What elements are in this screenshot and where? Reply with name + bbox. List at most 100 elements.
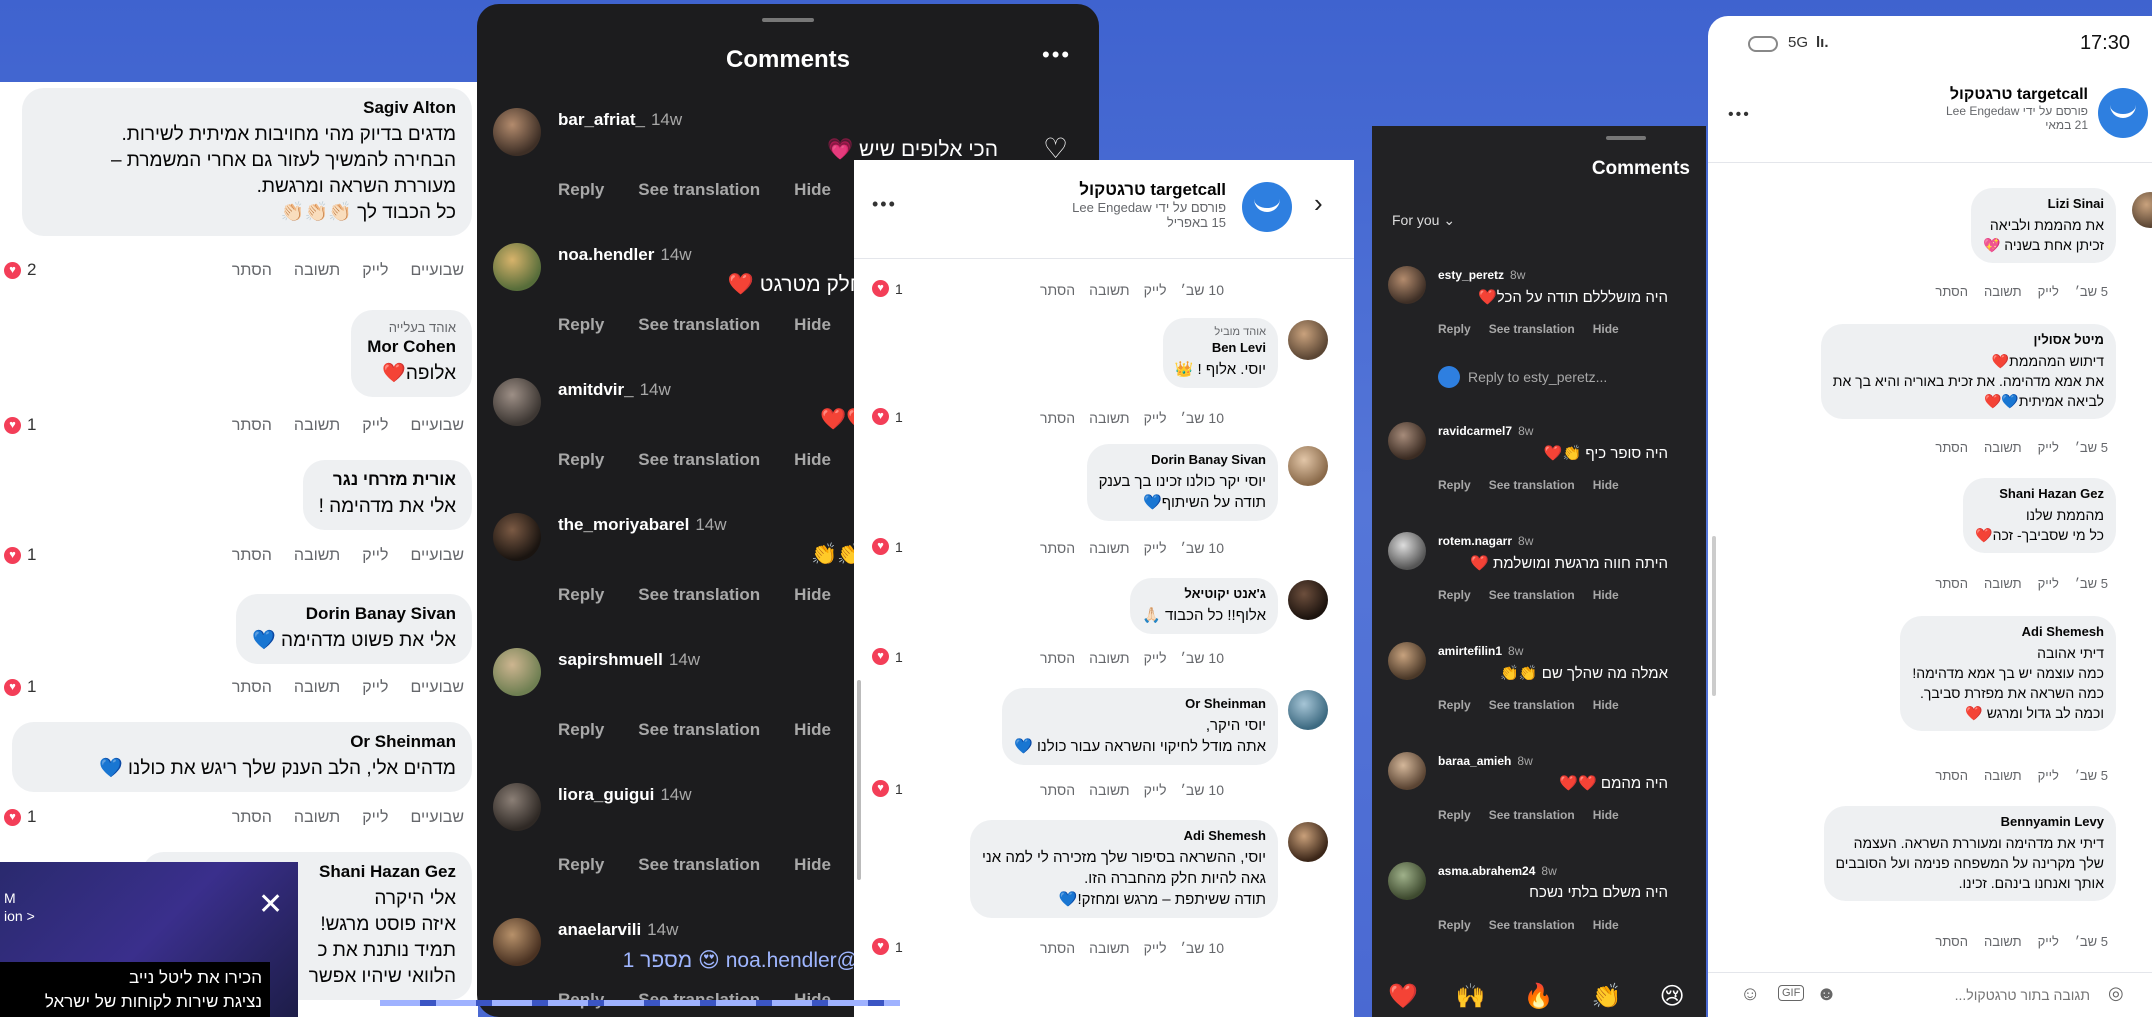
hide-button[interactable]: Hide [794, 315, 831, 335]
see-translation-button[interactable]: See translation [1489, 478, 1575, 492]
reply-button[interactable]: Reply [1438, 698, 1471, 712]
like-button[interactable]: לייק [362, 262, 388, 280]
comment-author[interactable]: Adi Shemesh [982, 828, 1266, 843]
reaction-count[interactable]: ♥ 1 [4, 807, 36, 827]
hide-button[interactable]: Hide [1593, 322, 1619, 336]
like-button[interactable]: לייק [362, 417, 388, 435]
reaction-count[interactable]: ♥ 1 [872, 780, 903, 797]
reply-button[interactable]: תשובה [1089, 940, 1130, 956]
reaction-count[interactable]: ♥ 1 [872, 408, 903, 425]
hide-button[interactable]: Hide [794, 585, 831, 605]
camera-icon[interactable]: ◎ [2108, 983, 2124, 1004]
hide-button[interactable]: הסתר [232, 262, 272, 280]
comment-username[interactable]: rotem.nagarr 8w [1438, 534, 1533, 548]
emoji-clap[interactable]: 👏 [1592, 982, 1622, 1011]
avatar[interactable] [1388, 642, 1426, 680]
hide-button[interactable]: הסתר [1040, 782, 1075, 798]
avatar[interactable] [1288, 690, 1328, 730]
hide-button[interactable]: הסתר [232, 547, 272, 565]
avatar[interactable] [493, 648, 541, 696]
avatar[interactable] [1288, 446, 1328, 486]
like-button[interactable]: לייק [362, 547, 388, 565]
hide-button[interactable]: הסתר [1040, 940, 1075, 956]
comment-author[interactable]: Shani Hazan Gez [1975, 486, 2104, 501]
avatar[interactable] [1388, 266, 1426, 304]
gif-icon[interactable]: GIF [1778, 985, 1805, 1001]
like-button[interactable]: לייק [1144, 282, 1167, 298]
reply-button[interactable]: תשובה [1089, 540, 1130, 556]
reaction-count[interactable]: ♥ 1 [872, 538, 903, 555]
overlay-sub-label[interactable]: ion > [4, 908, 35, 924]
like-button[interactable]: לייק [2038, 284, 2059, 299]
hide-button[interactable]: Hide [794, 720, 831, 740]
see-translation-button[interactable]: See translation [1489, 698, 1575, 712]
avatar[interactable] [2132, 192, 2152, 228]
comment-author[interactable]: Adi Shemesh [1912, 624, 2104, 639]
drag-handle[interactable] [1606, 136, 1646, 140]
comment-username[interactable]: the_moriyabarel 14w [558, 515, 727, 535]
reply-button[interactable]: תשובה [1984, 440, 2022, 455]
comment-input[interactable] [1850, 981, 2090, 1009]
avatar[interactable] [1288, 580, 1328, 620]
avatar[interactable] [1288, 320, 1328, 360]
hide-button[interactable]: הסתר [232, 679, 272, 697]
reaction-count[interactable]: ♥ 1 [4, 677, 36, 697]
see-translation-button[interactable]: See translation [638, 180, 760, 200]
hide-button[interactable]: הסתר [232, 809, 272, 827]
comment-author[interactable]: Dorin Banay Sivan [252, 604, 456, 624]
avatar[interactable] [493, 378, 541, 426]
reply-button[interactable]: תשובה [1984, 576, 2022, 591]
comment-username[interactable]: liora_guigui 14w [558, 785, 692, 805]
avatar[interactable] [493, 783, 541, 831]
comment-username[interactable]: noa.hendler 14w [558, 245, 692, 265]
hide-button[interactable]: הסתר [1040, 650, 1075, 666]
hide-button[interactable]: Hide [1593, 478, 1619, 492]
reply-button[interactable]: תשובה [294, 809, 340, 827]
like-button[interactable]: לייק [1144, 540, 1167, 556]
reply-button[interactable]: תשובה [294, 547, 340, 565]
reaction-count[interactable]: ♥ 1 [872, 280, 903, 297]
reply-button[interactable]: Reply [1438, 918, 1471, 932]
see-translation-button[interactable]: See translation [1489, 808, 1575, 822]
comment-author[interactable]: Or Sheinman [1014, 696, 1266, 711]
hide-button[interactable]: Hide [794, 450, 831, 470]
page-name[interactable]: targetcall טרגטקול [1946, 86, 2088, 104]
reply-button[interactable]: Reply [1438, 808, 1471, 822]
see-translation-button[interactable]: See translation [638, 585, 760, 605]
comment-author[interactable]: Or Sheinman [28, 732, 456, 752]
drag-handle[interactable] [762, 18, 814, 22]
reply-button[interactable]: תשובה [1089, 410, 1130, 426]
like-button[interactable]: לייק [2038, 934, 2059, 949]
like-button[interactable]: לייק [2038, 576, 2059, 591]
hide-button[interactable]: הסתר [1040, 540, 1075, 556]
avatar[interactable] [493, 513, 541, 561]
like-button[interactable]: לייק [362, 679, 388, 697]
hide-button[interactable]: הסתר [1935, 934, 1968, 949]
hide-button[interactable]: הסתר [1935, 284, 1968, 299]
avatar[interactable] [493, 918, 541, 966]
like-button[interactable]: לייק [2038, 768, 2059, 783]
see-translation-button[interactable]: See translation [638, 855, 760, 875]
avatar[interactable] [493, 108, 541, 156]
scrollbar[interactable] [1712, 536, 1716, 696]
hide-button[interactable]: Hide [1593, 918, 1619, 932]
filter-dropdown[interactable]: For you ⌄ [1392, 212, 1455, 229]
reply-button[interactable]: Reply [558, 585, 604, 605]
comment-username[interactable]: asma.abrahem24 8w [1438, 864, 1557, 878]
reply-button[interactable]: תשובה [1984, 934, 2022, 949]
avatar[interactable] [1388, 532, 1426, 570]
more-options-icon[interactable]: ••• [1042, 42, 1071, 68]
hide-button[interactable]: הסתר [232, 417, 272, 435]
hide-button[interactable]: Hide [794, 180, 831, 200]
reply-button[interactable]: Reply [558, 720, 604, 740]
like-button[interactable]: לייק [1144, 782, 1167, 798]
like-button[interactable]: לייק [1144, 940, 1167, 956]
avatar[interactable] [1388, 422, 1426, 460]
reply-button[interactable]: תשובה [1984, 284, 2022, 299]
see-translation-button[interactable]: See translation [638, 720, 760, 740]
see-translation-button[interactable]: See translation [1489, 918, 1575, 932]
comment-author[interactable]: אורית מזרחי נגר [319, 470, 456, 490]
comment-username[interactable]: amirtefilin1 8w [1438, 644, 1523, 658]
reaction-count[interactable]: ♥ 2 [4, 260, 36, 280]
close-icon[interactable]: ✕ [258, 890, 283, 920]
